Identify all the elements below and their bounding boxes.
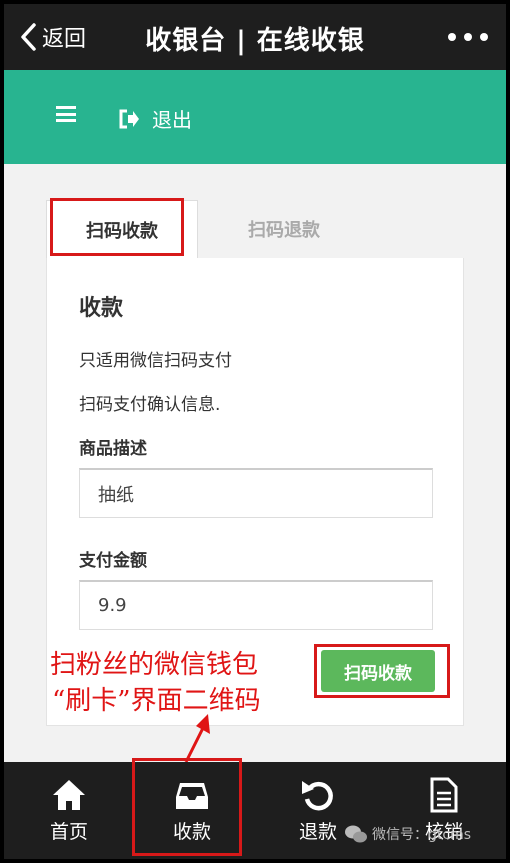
logout-button[interactable]: 退出 (118, 104, 192, 133)
nav-refund[interactable]: 退款 (270, 762, 366, 859)
more-dot-icon (448, 33, 456, 41)
wechat-icon (345, 825, 367, 843)
home-icon (53, 780, 85, 810)
watermark-text: 微信号：gtcms (372, 827, 472, 843)
amount-input[interactable]: 9.9 (79, 580, 433, 630)
form-title: 收款 (79, 296, 124, 321)
watermark: 微信号：gtcms (344, 824, 471, 844)
sign-out-icon (119, 109, 139, 128)
nav-home[interactable]: 首页 (24, 762, 114, 859)
page-title: 收银台 | 在线收银 (145, 26, 365, 56)
annotation-text: “刷卡”界面二维码 (52, 686, 261, 716)
document-icon (430, 777, 458, 813)
more-dot-icon (464, 33, 472, 41)
nav-home-label: 首页 (49, 821, 88, 843)
more-dot-icon (480, 33, 488, 41)
annotation-arrow-icon (184, 714, 210, 763)
tab-scan-refund[interactable]: 扫码退款 (204, 200, 364, 258)
annotation-box-tab (50, 198, 184, 256)
product-label: 商品描述 (79, 439, 147, 459)
logout-label: 退出 (152, 108, 192, 132)
bottom-nav-bar: 首页 收款 退款 核销 微信号：gtcms (4, 762, 506, 859)
more-menu-button[interactable] (448, 22, 488, 52)
form-description: 只适用微信扫码支付 (79, 351, 232, 371)
annotation-box-button (314, 644, 450, 698)
hamburger-menu-icon[interactable] (56, 106, 76, 122)
refresh-icon (302, 781, 333, 811)
amount-label: 支付金额 (79, 551, 147, 571)
title-bar: 返回 收银台 | 在线收银 (4, 4, 506, 70)
annotation-text: 扫粉丝的微信钱包 (50, 650, 259, 680)
form-description: 扫码支付确认信息. (79, 395, 221, 415)
nav-verify[interactable]: 核销 (396, 762, 492, 859)
annotation-box-nav (132, 758, 242, 856)
product-input[interactable]: 抽纸 (79, 468, 433, 518)
app-header: 退出 (4, 70, 506, 164)
phone-screen: 返回 收银台 | 在线收银 退出 扫码收款 扫码退款 收款 只适用微信扫码支付 … (4, 4, 506, 859)
nav-refund-label: 退款 (298, 821, 337, 843)
